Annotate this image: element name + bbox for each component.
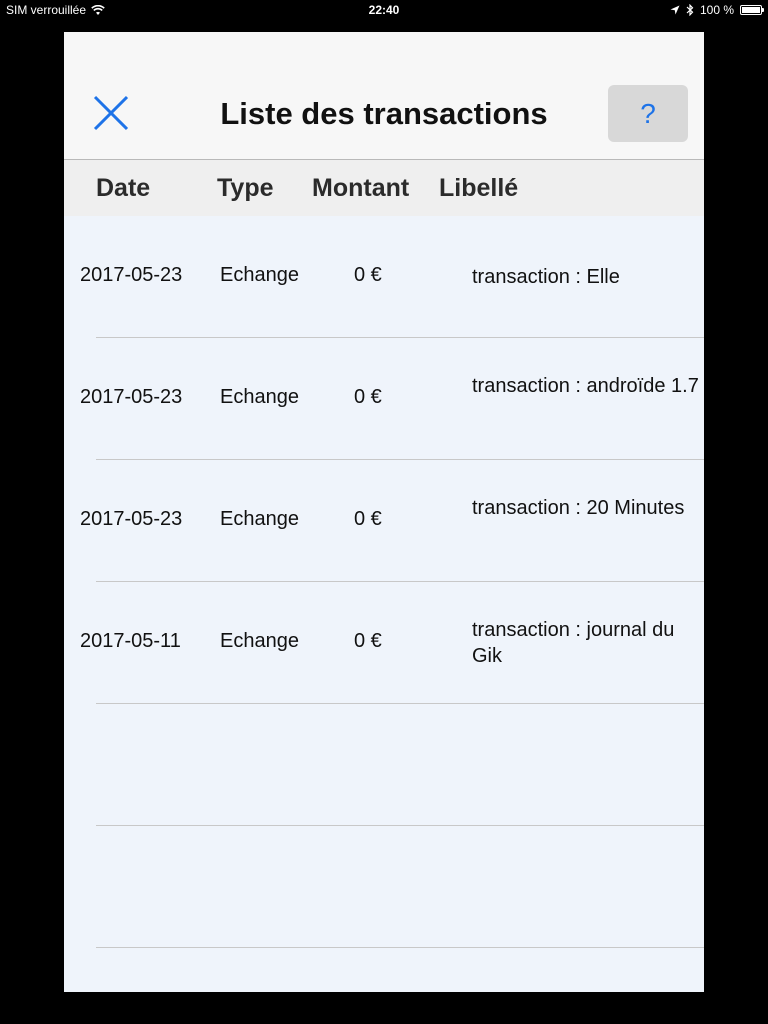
cell-label: transaction : journal du Gik — [472, 619, 675, 667]
cell-amount: 0 € — [354, 264, 382, 286]
table-row[interactable]: 2017-05-23 Echange 0 € transaction : 20 … — [64, 460, 704, 582]
column-header-date: Date — [96, 174, 151, 202]
table-row[interactable]: 2017-05-11 Echange 0 € transaction : jou… — [64, 582, 704, 704]
cell-amount: 0 € — [354, 386, 382, 408]
bluetooth-icon — [686, 4, 694, 16]
battery-percent: 100 % — [699, 3, 734, 17]
status-time: 22:40 — [368, 3, 400, 17]
table-row[interactable]: 2017-05-23 Echange 0 € transaction : Ell… — [64, 216, 704, 338]
table-row[interactable]: 2017-05-23 Echange 0 € transaction : and… — [64, 338, 704, 460]
cell-label: transaction : 20 Minutes — [472, 497, 685, 519]
cell-amount: 0 € — [354, 630, 382, 652]
cell-type: Echange — [220, 630, 299, 652]
table-row-empty — [64, 826, 704, 948]
row-separator — [96, 947, 704, 948]
battery-icon — [740, 5, 764, 15]
status-right: 100 % — [670, 3, 764, 17]
cell-label: transaction : androïde 1.7 — [472, 375, 699, 397]
cell-date: 2017-05-11 — [80, 630, 181, 652]
cell-type: Echange — [220, 264, 299, 286]
help-button[interactable]: ? — [608, 85, 688, 142]
navigation-bar: Liste des transactions ? — [64, 32, 704, 160]
cell-date: 2017-05-23 — [80, 264, 183, 286]
transactions-modal: Liste des transactions ? Date Type Monta… — [64, 32, 704, 992]
cell-label: transaction : Elle — [472, 266, 620, 288]
location-arrow-icon — [670, 5, 680, 15]
table-row-empty — [64, 704, 704, 826]
transaction-list: 2017-05-23 Echange 0 € transaction : Ell… — [64, 216, 704, 948]
cell-date: 2017-05-23 — [80, 508, 183, 530]
cell-amount: 0 € — [354, 508, 382, 530]
column-header-row: Date Type Montant Libellé — [64, 160, 704, 216]
cell-type: Echange — [220, 508, 299, 530]
status-bar: SIM verrouillée 22:40 100 % — [0, 0, 768, 22]
column-header-type: Type — [217, 174, 274, 202]
column-header-amount: Montant — [312, 174, 410, 202]
cell-date: 2017-05-23 — [80, 386, 183, 408]
cell-type: Echange — [220, 386, 299, 408]
column-header-label: Libellé — [439, 174, 519, 202]
